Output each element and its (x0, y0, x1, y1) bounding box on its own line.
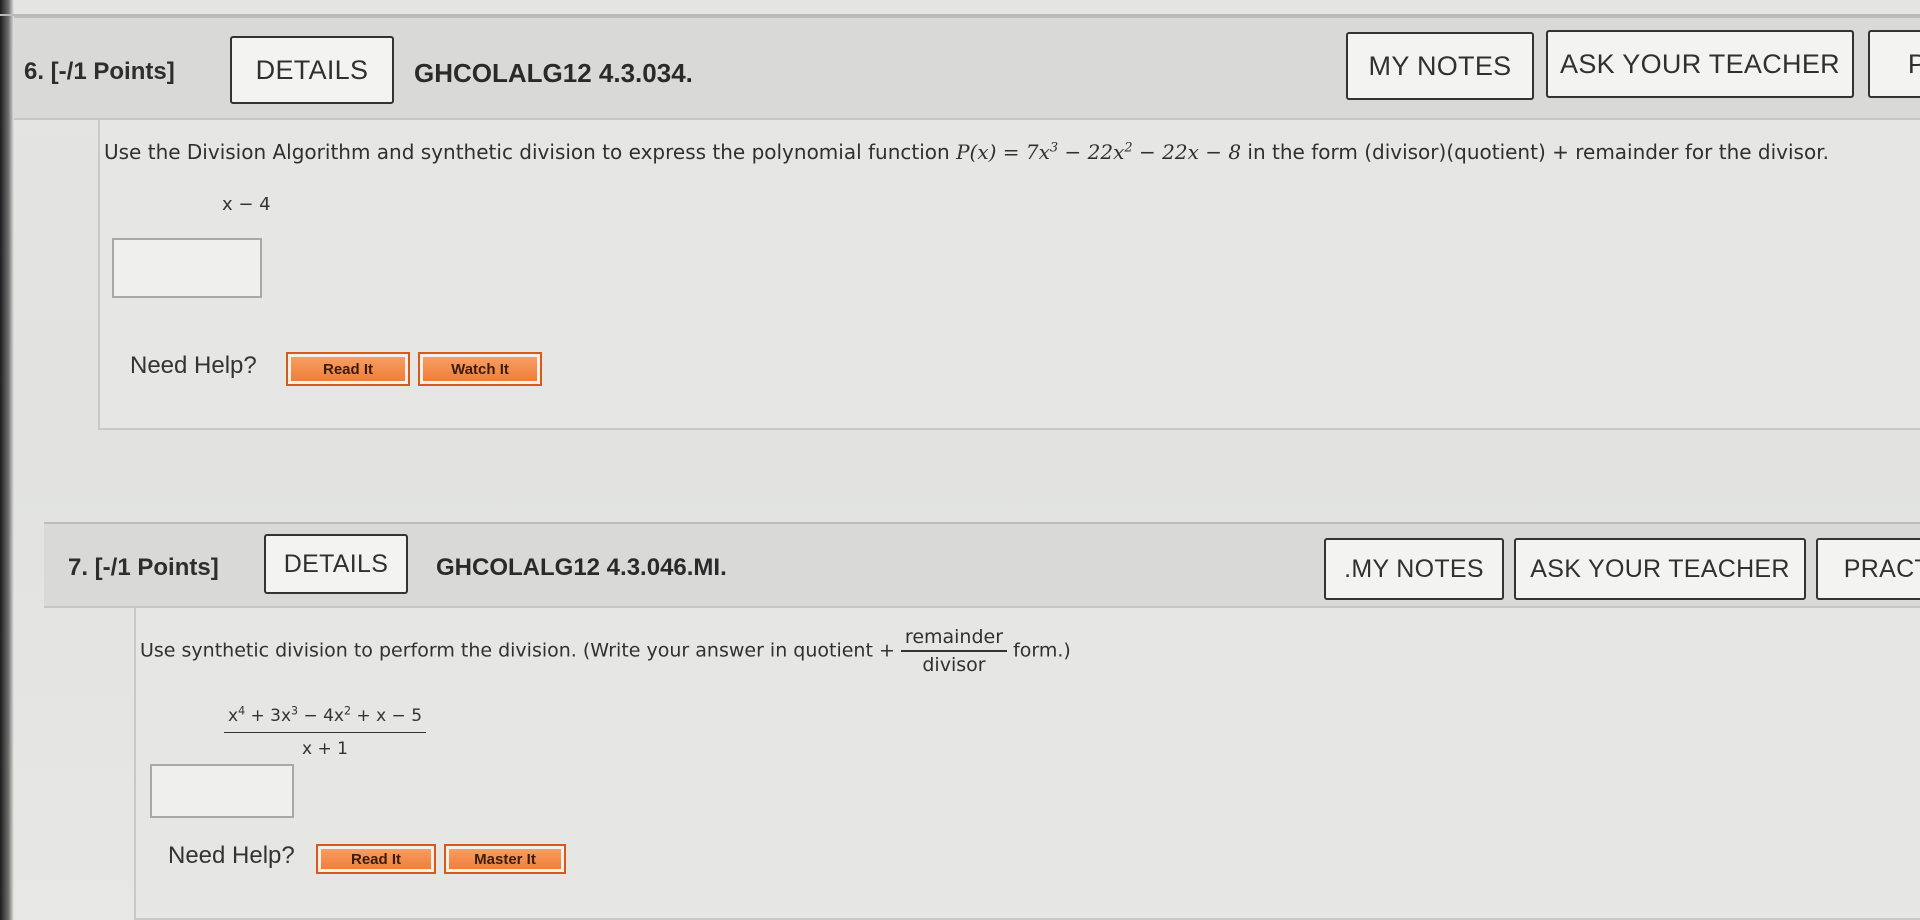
prompt-text: Use the Division Algorithm and synthetic… (104, 140, 957, 164)
question-7-prompt: Use synthetic division to perform the di… (140, 626, 1071, 676)
question-7-points: 7. [-/1 Points] (68, 554, 219, 581)
dividend-term: + x − 5 (351, 706, 423, 726)
polynomial-function: P(x) = 7x3 − 22x2 − 22x − 8 (956, 140, 1241, 164)
dividend-polynomial: x4 + 3x3 − 4x2 + x − 5 (224, 704, 427, 733)
my-notes-button[interactable]: MY NOTES (1346, 32, 1534, 100)
question-7-code: GHCOLALG12 4.3.046.MI. (436, 554, 727, 581)
poly-exponent: 2 (1124, 140, 1133, 156)
details-button[interactable]: DETAILS (230, 36, 394, 104)
prompt-text-end: in the form (divisor)(quotient) + remain… (1241, 140, 1829, 164)
question-7-body: Use synthetic division to perform the di… (134, 608, 1920, 920)
question-7-header: 7. [-/1 Points] DETAILS GHCOLALG12 4.3.0… (44, 522, 1920, 608)
details-button[interactable]: DETAILS (264, 534, 408, 594)
poly-term: − 22x − 8 (1132, 140, 1242, 164)
practice-another-button[interactable]: PI (1868, 30, 1920, 98)
dividend-exponent: 2 (344, 704, 352, 718)
poly-exponent: 3 (1049, 140, 1059, 156)
page: 6. [-/1 Points] DETAILS GHCOLALG12 4.3.0… (0, 0, 1920, 920)
need-help-label: Need Help? (168, 842, 295, 869)
dividend-term: x (228, 706, 239, 726)
watch-it-button[interactable]: Watch It (418, 352, 542, 386)
ask-your-teacher-button[interactable]: ASK YOUR TEACHER (1514, 538, 1806, 600)
question-6-code: GHCOLALG12 4.3.034. (414, 58, 693, 88)
remainder-divisor-fraction: remainder divisor (900, 626, 1008, 676)
dividend-term: + 3x (245, 706, 292, 726)
read-it-button[interactable]: Read It (286, 352, 410, 386)
dividend-term: − 4x (298, 706, 344, 726)
practice-another-button[interactable]: PRACT (1816, 538, 1920, 600)
answer-input[interactable] (112, 238, 262, 298)
read-it-button[interactable]: Read It (316, 844, 436, 874)
question-6-body: Use the Division Algorithm and synthetic… (98, 120, 1920, 430)
prompt-text-end: form.) (1007, 639, 1071, 662)
answer-input[interactable] (150, 764, 294, 818)
divisor-expression: x − 4 (222, 194, 271, 215)
prompt-text: Use synthetic division to perform the di… (140, 639, 901, 662)
poly-term: P(x) = 7x (956, 140, 1050, 164)
ask-your-teacher-button[interactable]: ASK YOUR TEACHER (1546, 30, 1854, 98)
question-6-header: 6. [-/1 Points] DETAILS GHCOLALG12 4.3.0… (14, 16, 1920, 120)
poly-term: − 22x (1058, 140, 1125, 164)
divisor-polynomial: x + 1 (302, 739, 348, 759)
fraction-numerator: remainder (900, 626, 1008, 652)
question-6: 6. [-/1 Points] DETAILS GHCOLALG12 4.3.0… (0, 0, 1920, 440)
dividend-exponent: 3 (291, 704, 299, 718)
question-6-prompt: Use the Division Algorithm and synthetic… (104, 140, 1829, 164)
question-7: 7. [-/1 Points] DETAILS GHCOLALG12 4.3.0… (0, 520, 1920, 920)
division-expression: x4 + 3x3 − 4x2 + x − 5 x + 1 (224, 704, 427, 759)
need-help-label: Need Help? (130, 352, 257, 379)
my-notes-button[interactable]: .MY NOTES (1324, 538, 1504, 600)
master-it-button[interactable]: Master It (444, 844, 566, 874)
fraction-denominator: divisor (922, 654, 986, 676)
question-6-points: 6. [-/1 Points] (24, 58, 175, 85)
